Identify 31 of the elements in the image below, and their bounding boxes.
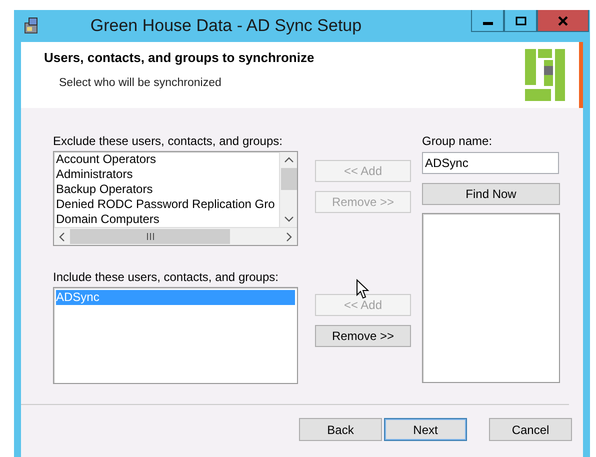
page-subtitle: Select who will be synchronized (59, 76, 222, 88)
exclude-label: Exclude these users, contacts, and groups: (53, 134, 284, 148)
move-button[interactable]: Remove >> (315, 325, 411, 347)
minimize-icon (482, 22, 492, 25)
page-heading: Users, contacts, and groups to synchronize (44, 50, 316, 64)
exclude-listbox[interactable]: Account Operators Administrators Backup Operators Denied RODC Password Replication Gro Domain Computers (53, 151, 298, 246)
group-name-field[interactable]: ADSync (422, 152, 559, 174)
maximize-button[interactable] (504, 10, 537, 32)
logo-icon (525, 49, 565, 101)
list-item[interactable]: Domain Computers (56, 212, 279, 227)
close-icon (557, 16, 569, 26)
vertical-scrollbar[interactable] (279, 152, 297, 227)
group-name-label: Group name: (422, 134, 494, 148)
wizard-button[interactable]: Cancel (489, 418, 572, 441)
include-label: Include these users, contacts, and groups: (53, 270, 280, 284)
mouse-pointer-icon (356, 279, 370, 300)
accent-stripe (579, 42, 583, 108)
minimize-button[interactable] (471, 10, 504, 32)
list-item[interactable]: Denied RODC Password Replication Gro (56, 197, 279, 212)
wizard-button[interactable]: Next (384, 418, 467, 441)
window-title: Green House Data - AD Sync Setup (89, 16, 363, 36)
results-listbox[interactable] (422, 213, 560, 383)
grip-icon (146, 233, 154, 240)
close-button[interactable] (537, 10, 589, 32)
maximize-icon (514, 16, 526, 26)
list-item[interactable]: Account Operators (56, 152, 279, 167)
list-item[interactable]: Administrators (56, 167, 279, 182)
list-item[interactable]: Backup Operators (56, 182, 279, 197)
wizard-button[interactable]: Back (299, 418, 382, 441)
find-now-button[interactable]: Find Now (422, 183, 560, 205)
horizontal-scrollbar[interactable] (54, 227, 297, 245)
